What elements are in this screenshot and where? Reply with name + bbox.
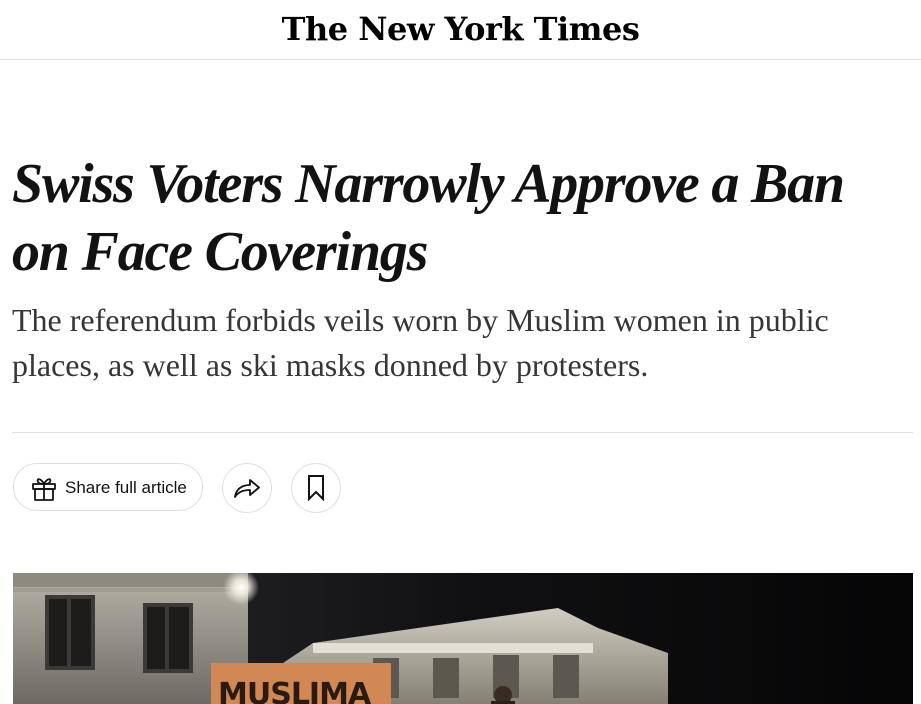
save-bookmark-button[interactable] (291, 463, 341, 513)
article-photo: MUSLIMA (13, 573, 913, 704)
article-summary: The referendum forbids veils worn by Mus… (12, 302, 829, 383)
share-full-article-label: Share full article (65, 478, 187, 497)
article-headline: Swiss Voters Narrowly Approve a Ban on F… (12, 153, 845, 283)
share-full-article-button[interactable]: Share full article (13, 463, 203, 511)
share-button[interactable] (222, 463, 272, 513)
gift-icon (30, 474, 58, 502)
nyt-logo[interactable]: The New York Times (0, 7, 921, 51)
photo-sign-text: MUSLIMA (218, 677, 372, 704)
divider (12, 432, 913, 433)
masthead: The New York Times (0, 0, 921, 60)
